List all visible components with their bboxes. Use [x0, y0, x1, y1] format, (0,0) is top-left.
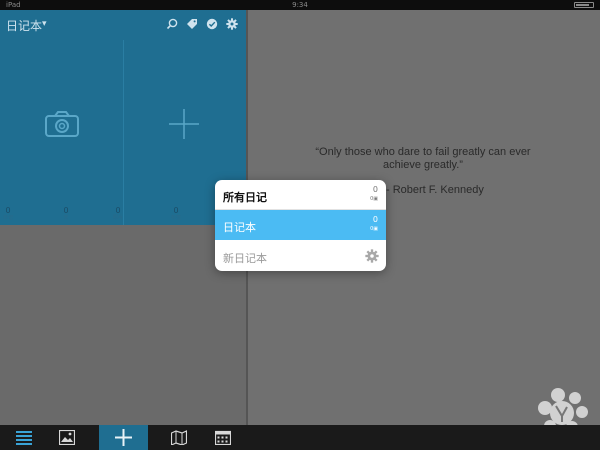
- stat-label: 日记: [2, 215, 13, 221]
- journal-pane: 日记本 ▾ 0 日记 0 天 0 照片 0 标签: [0, 10, 246, 425]
- quote-text: “Only those who dare to fail greatly can…: [315, 146, 531, 171]
- menu-item-new-journal[interactable]: 新日记本: [215, 241, 386, 271]
- journal-dashboard: 日记本 ▾ 0 日记 0 天 0 照片 0 标签: [0, 10, 246, 225]
- tab-list[interactable]: [3, 425, 45, 450]
- photos-icon: [59, 430, 75, 445]
- tab-add-entry[interactable]: [99, 425, 148, 450]
- stat-value: 0: [63, 206, 69, 215]
- stat-tags: 0 标签: [166, 206, 186, 221]
- map-icon: [171, 430, 187, 445]
- journal-toolbar: 日记本 ▾: [0, 10, 246, 40]
- check-circle-icon[interactable]: [206, 18, 218, 30]
- camera-icon[interactable]: [44, 109, 80, 139]
- stat-value: 0: [115, 206, 121, 215]
- stat-label: 天: [63, 215, 69, 221]
- grid-divider: [123, 40, 124, 225]
- app-screen: iPad 9:34 日记本 ▾ 0 日记 0 天 0 照片 0 标签 “Only…: [0, 0, 600, 450]
- tag-icon[interactable]: [186, 18, 198, 30]
- menu-item-journal[interactable]: 日记本 0 0▣: [215, 210, 386, 240]
- photo-count: 0▣: [370, 226, 378, 232]
- stat-value: 0: [173, 206, 179, 215]
- menu-item-all-entries[interactable]: 所有日记 0 0▣: [215, 180, 386, 210]
- stat-entries: 0 日记: [0, 206, 18, 221]
- status-bar: iPad 9:34: [0, 0, 600, 10]
- stat-photos: 0 照片: [108, 206, 128, 221]
- stat-label: 照片: [112, 215, 123, 221]
- menu-item-label: 日记本: [223, 221, 256, 234]
- tab-bar: [0, 425, 600, 450]
- entry-count: 0: [372, 215, 378, 224]
- add-entry-icon: [115, 429, 132, 446]
- stat-days: 0 天: [56, 206, 76, 221]
- list-icon: [16, 431, 32, 445]
- journal-menu: 所有日记 0 0▣ 日记本 0 0▣ 新日记本: [215, 180, 386, 271]
- tab-map[interactable]: [158, 425, 200, 450]
- quote-author: - Robert F. Kennedy: [386, 184, 484, 196]
- search-icon[interactable]: [166, 18, 178, 30]
- journal-title[interactable]: 日记本: [6, 17, 42, 34]
- battery-icon: [574, 2, 594, 8]
- tab-calendar[interactable]: [202, 425, 244, 450]
- photo-count: 0▣: [370, 196, 378, 202]
- gear-icon[interactable]: [226, 18, 238, 30]
- stat-label: 标签: [170, 215, 181, 221]
- menu-item-label: 所有日记: [223, 191, 267, 204]
- chevron-down-icon[interactable]: ▾: [42, 19, 47, 29]
- entry-count: 0: [372, 185, 378, 194]
- calendar-icon: [215, 430, 231, 445]
- menu-item-label: 新日记本: [223, 252, 267, 265]
- gear-icon[interactable]: [365, 249, 379, 263]
- stat-value: 0: [5, 206, 11, 215]
- tab-photos[interactable]: [46, 425, 88, 450]
- status-time: 9:34: [292, 1, 308, 9]
- plus-icon[interactable]: [168, 108, 200, 140]
